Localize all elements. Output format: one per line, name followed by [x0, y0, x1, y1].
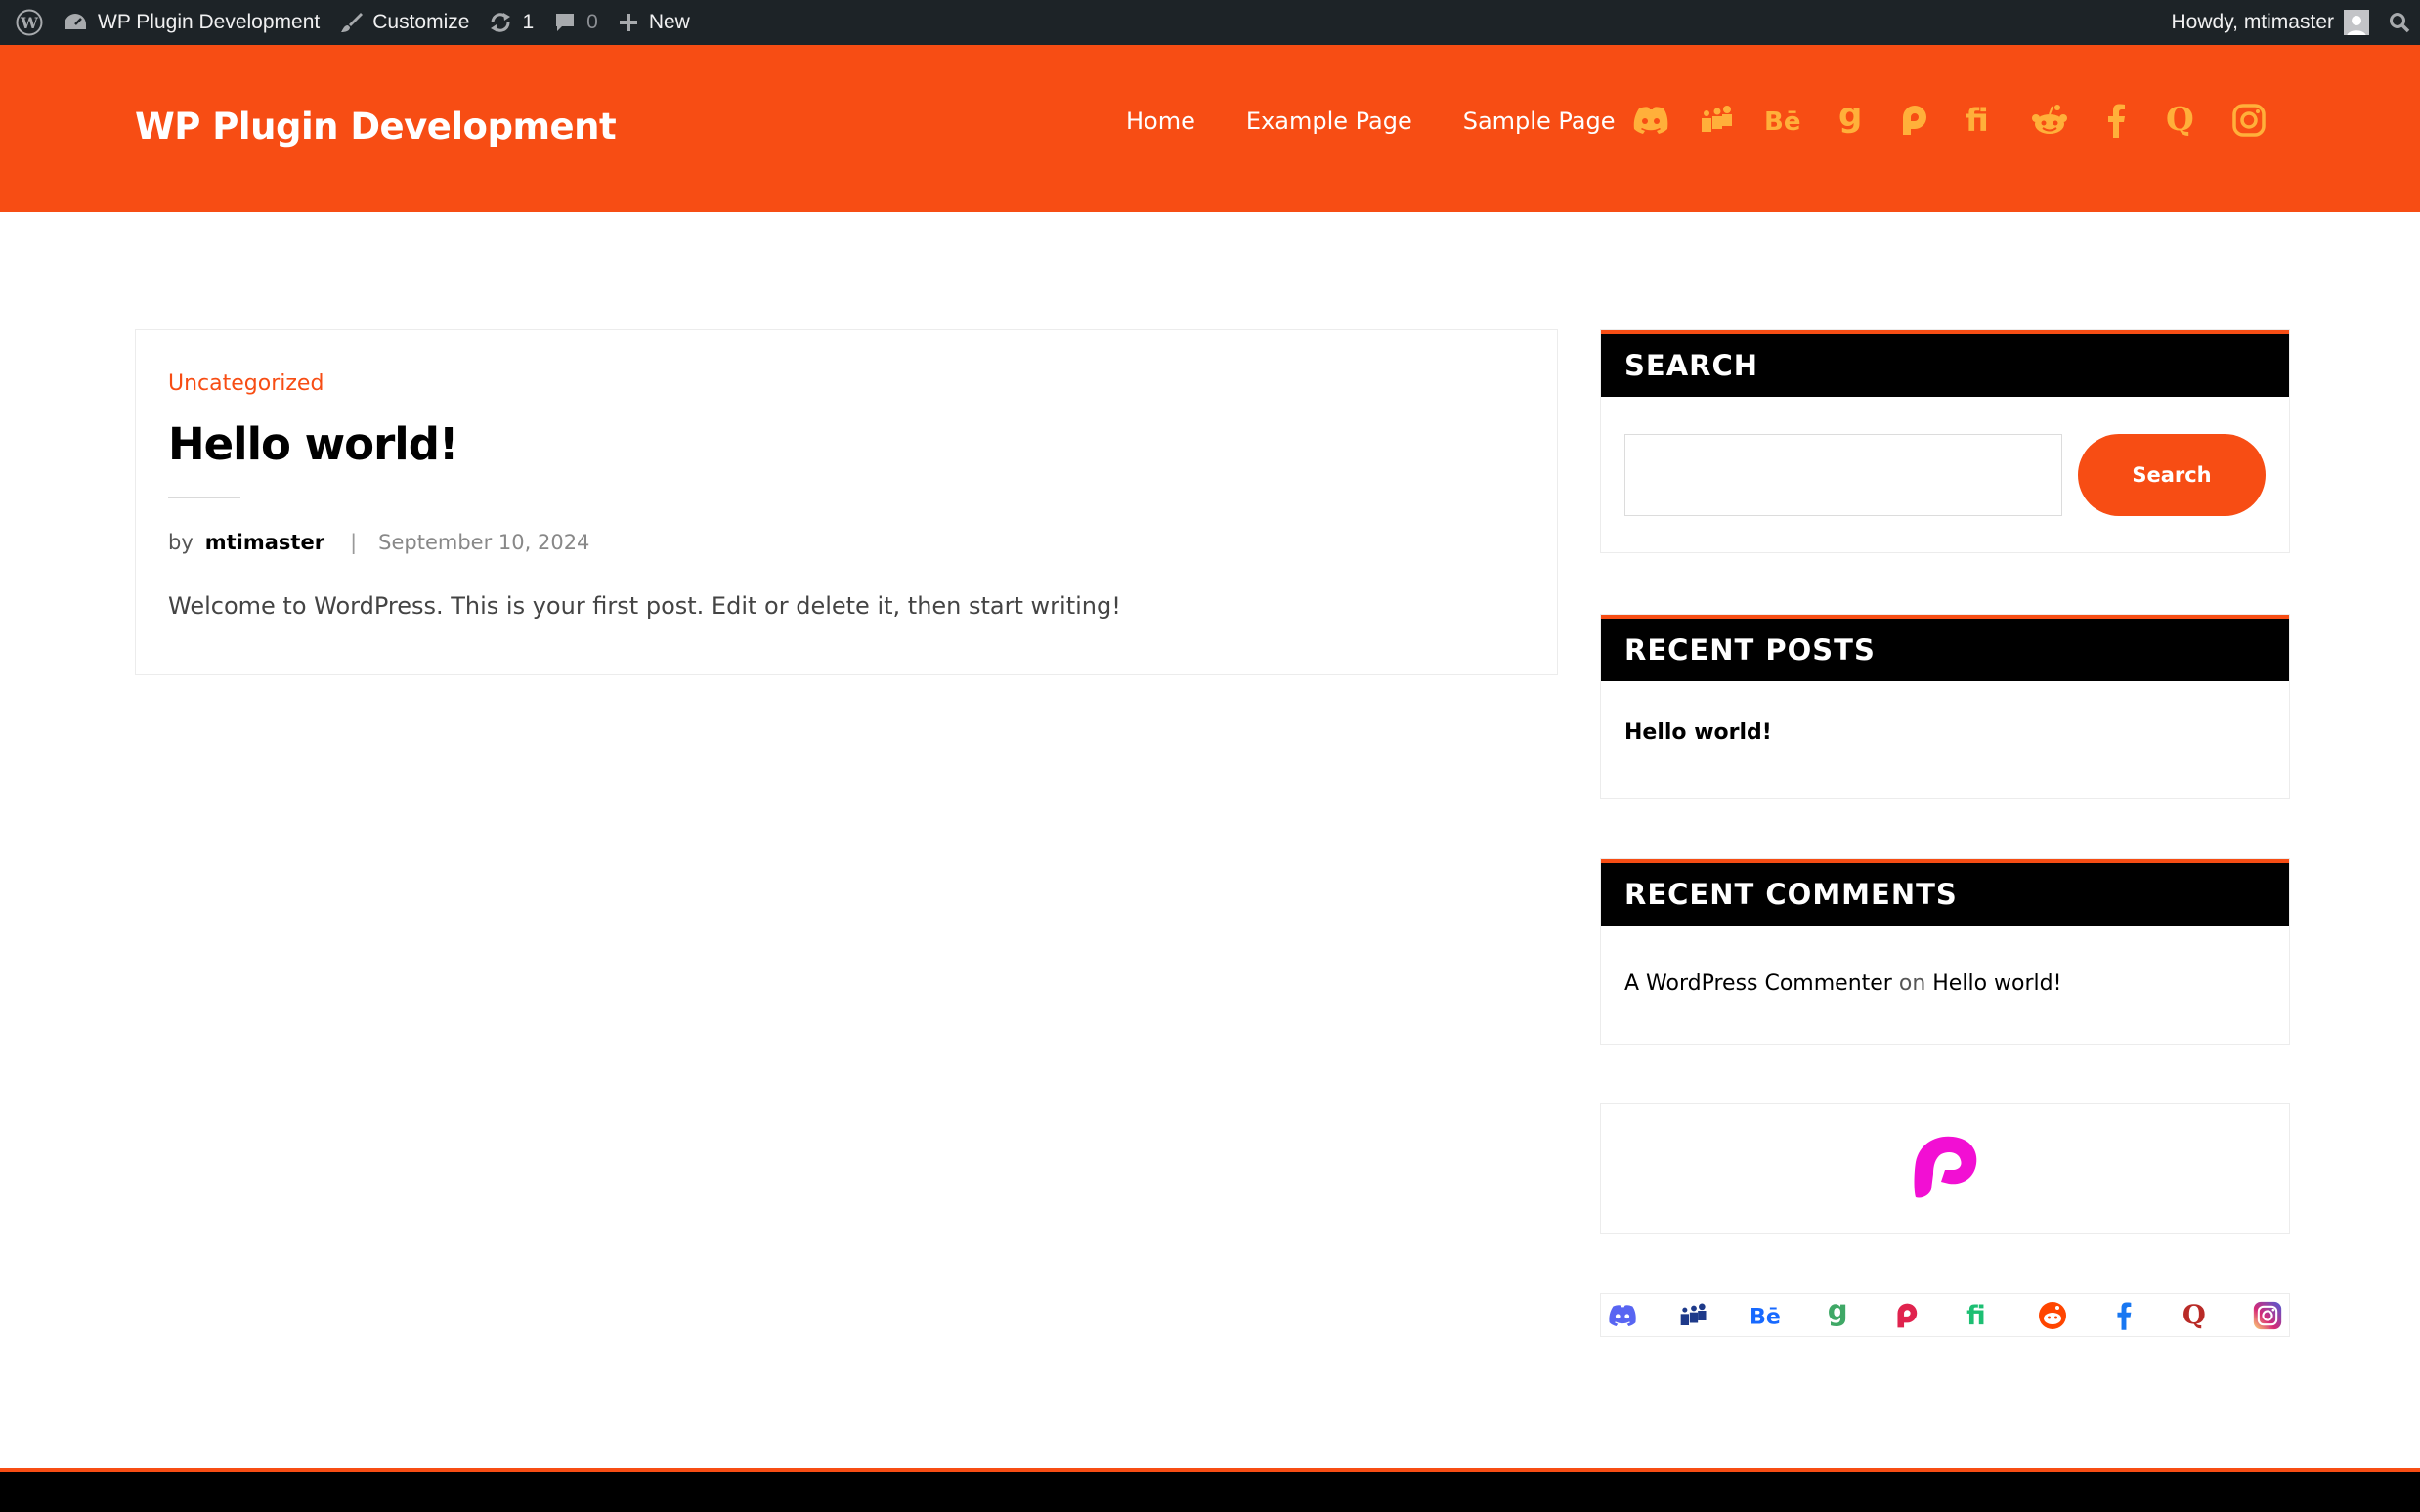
svg-text:fi: fi — [1966, 1302, 1986, 1329]
new-label: New — [648, 11, 690, 33]
post-card: Uncategorized Hello world! by mtimaster … — [135, 329, 1558, 675]
quora-icon[interactable]: Q — [2162, 100, 2203, 141]
instagram-icon[interactable] — [2228, 100, 2269, 141]
plus-icon — [619, 14, 637, 31]
reddit-icon[interactable] — [2029, 100, 2070, 141]
svg-text:Bē: Bē — [1764, 108, 1800, 134]
post-by-label: by — [168, 531, 194, 554]
site-footer — [0, 1468, 2420, 1512]
search-button[interactable]: Search — [2078, 434, 2266, 516]
patreon-icon[interactable] — [1896, 100, 1937, 141]
howdy-text: Howdy, mtimaster — [2171, 11, 2334, 33]
discord-icon[interactable] — [1630, 100, 1671, 141]
updates-icon — [491, 13, 511, 32]
title-divider — [168, 497, 240, 498]
updates-count: 1 — [522, 11, 535, 33]
recent-comment-item: A WordPress Commenter on Hello world! — [1624, 972, 2061, 996]
widget-header: RECENT COMMENTS — [1601, 859, 2289, 926]
reddit-icon[interactable] — [2035, 1298, 2070, 1333]
nav-item-home[interactable]: Home — [1126, 108, 1195, 135]
svg-text:W: W — [20, 14, 39, 32]
recent-posts-title: RECENT POSTS — [1624, 633, 1876, 667]
recent-comments-title: RECENT COMMENTS — [1624, 878, 1958, 911]
svg-text:fi: fi — [1966, 104, 1989, 137]
site-header: WP Plugin Development Home Example Page … — [0, 45, 2420, 212]
logo-widget — [1600, 1103, 2290, 1234]
widget-header: RECENT POSTS — [1601, 615, 2289, 681]
wordpress-logo-icon[interactable]: W — [6, 0, 53, 45]
dashboard-icon — [65, 14, 86, 29]
main-navigation: Home Example Page Sample Page — [1126, 108, 1615, 135]
quora-icon[interactable]: Q — [2179, 1298, 2214, 1333]
comment-author-link[interactable]: A WordPress Commenter — [1624, 972, 1892, 996]
comments-count: 0 — [586, 11, 598, 33]
nav-item-sample-page[interactable]: Sample Page — [1463, 108, 1616, 135]
search-input[interactable] — [1624, 434, 2062, 516]
myspace-icon[interactable] — [1697, 100, 1738, 141]
recent-post-link[interactable]: Hello world! — [1624, 720, 1772, 745]
updates-link[interactable]: 1 — [479, 0, 543, 45]
svg-text:g: g — [1838, 103, 1862, 135]
recent-comments-widget: RECENT COMMENTS A WordPress Commenter on… — [1600, 858, 2290, 1045]
svg-text:g: g — [1828, 1300, 1848, 1327]
customize-link[interactable]: Customize — [329, 0, 479, 45]
account-menu[interactable]: Howdy, mtimaster — [2162, 0, 2379, 45]
search-icon — [2390, 13, 2410, 33]
meta-separator: | — [350, 531, 358, 554]
post-meta: by mtimaster | September 10, 2024 — [168, 531, 589, 554]
comment-post-link[interactable]: Hello world! — [1932, 972, 2061, 996]
svg-text:Bē: Bē — [1750, 1304, 1781, 1327]
behance-icon[interactable]: Bē — [1763, 100, 1804, 141]
widget-header: SEARCH — [1601, 330, 2289, 397]
goodreads-icon[interactable]: g — [1830, 100, 1871, 141]
nav-item-example-page[interactable]: Example Page — [1246, 108, 1412, 135]
goodreads-icon[interactable]: g — [1820, 1298, 1855, 1333]
comment-bubble-icon — [556, 14, 575, 31]
recent-posts-widget: RECENT POSTS Hello world! — [1600, 614, 2290, 799]
avatar — [2344, 10, 2369, 35]
post-author-link[interactable]: mtimaster — [205, 531, 324, 554]
comment-on-label: on — [1898, 972, 1926, 996]
facebook-icon[interactable] — [2106, 1298, 2141, 1333]
behance-icon[interactable]: Bē — [1749, 1298, 1784, 1333]
svg-text:Q: Q — [2166, 103, 2194, 138]
post-date-link[interactable]: September 10, 2024 — [378, 531, 589, 554]
post-excerpt: Welcome to WordPress. This is your first… — [168, 592, 1121, 620]
search-widget-title: SEARCH — [1624, 349, 1759, 382]
customize-label: Customize — [372, 11, 470, 33]
fiverr-icon[interactable]: fi — [1964, 1298, 1999, 1333]
admin-site-menu[interactable]: WP Plugin Development — [53, 0, 329, 45]
user-silhouette-icon — [2347, 16, 2366, 35]
admin-bar: W WP Plugin Development Customize 1 0 Ne… — [0, 0, 2420, 45]
brush-icon — [341, 13, 364, 32]
comments-link[interactable]: 0 — [543, 0, 608, 45]
admin-site-name: WP Plugin Development — [98, 11, 321, 33]
patreon-icon[interactable] — [1891, 1298, 1926, 1333]
post-title[interactable]: Hello world! — [168, 418, 458, 470]
instagram-icon[interactable] — [2250, 1298, 2285, 1333]
header-social-links: Bē g fi Q — [1630, 100, 2269, 141]
site-title[interactable]: WP Plugin Development — [135, 106, 617, 148]
social-icons-widget: Bē g fi Q — [1600, 1293, 2290, 1337]
admin-search[interactable] — [2379, 0, 2420, 45]
new-content-link[interactable]: New — [608, 0, 700, 45]
discord-icon[interactable] — [1605, 1298, 1640, 1333]
myspace-icon[interactable] — [1676, 1298, 1711, 1333]
search-widget: SEARCH Search — [1600, 329, 2290, 553]
patreon-logo-icon[interactable] — [1912, 1135, 1978, 1204]
facebook-icon[interactable] — [2096, 100, 2137, 141]
fiverr-icon[interactable]: fi — [1963, 100, 2004, 141]
post-category-link[interactable]: Uncategorized — [168, 371, 324, 396]
svg-text:Q: Q — [2182, 1301, 2205, 1330]
